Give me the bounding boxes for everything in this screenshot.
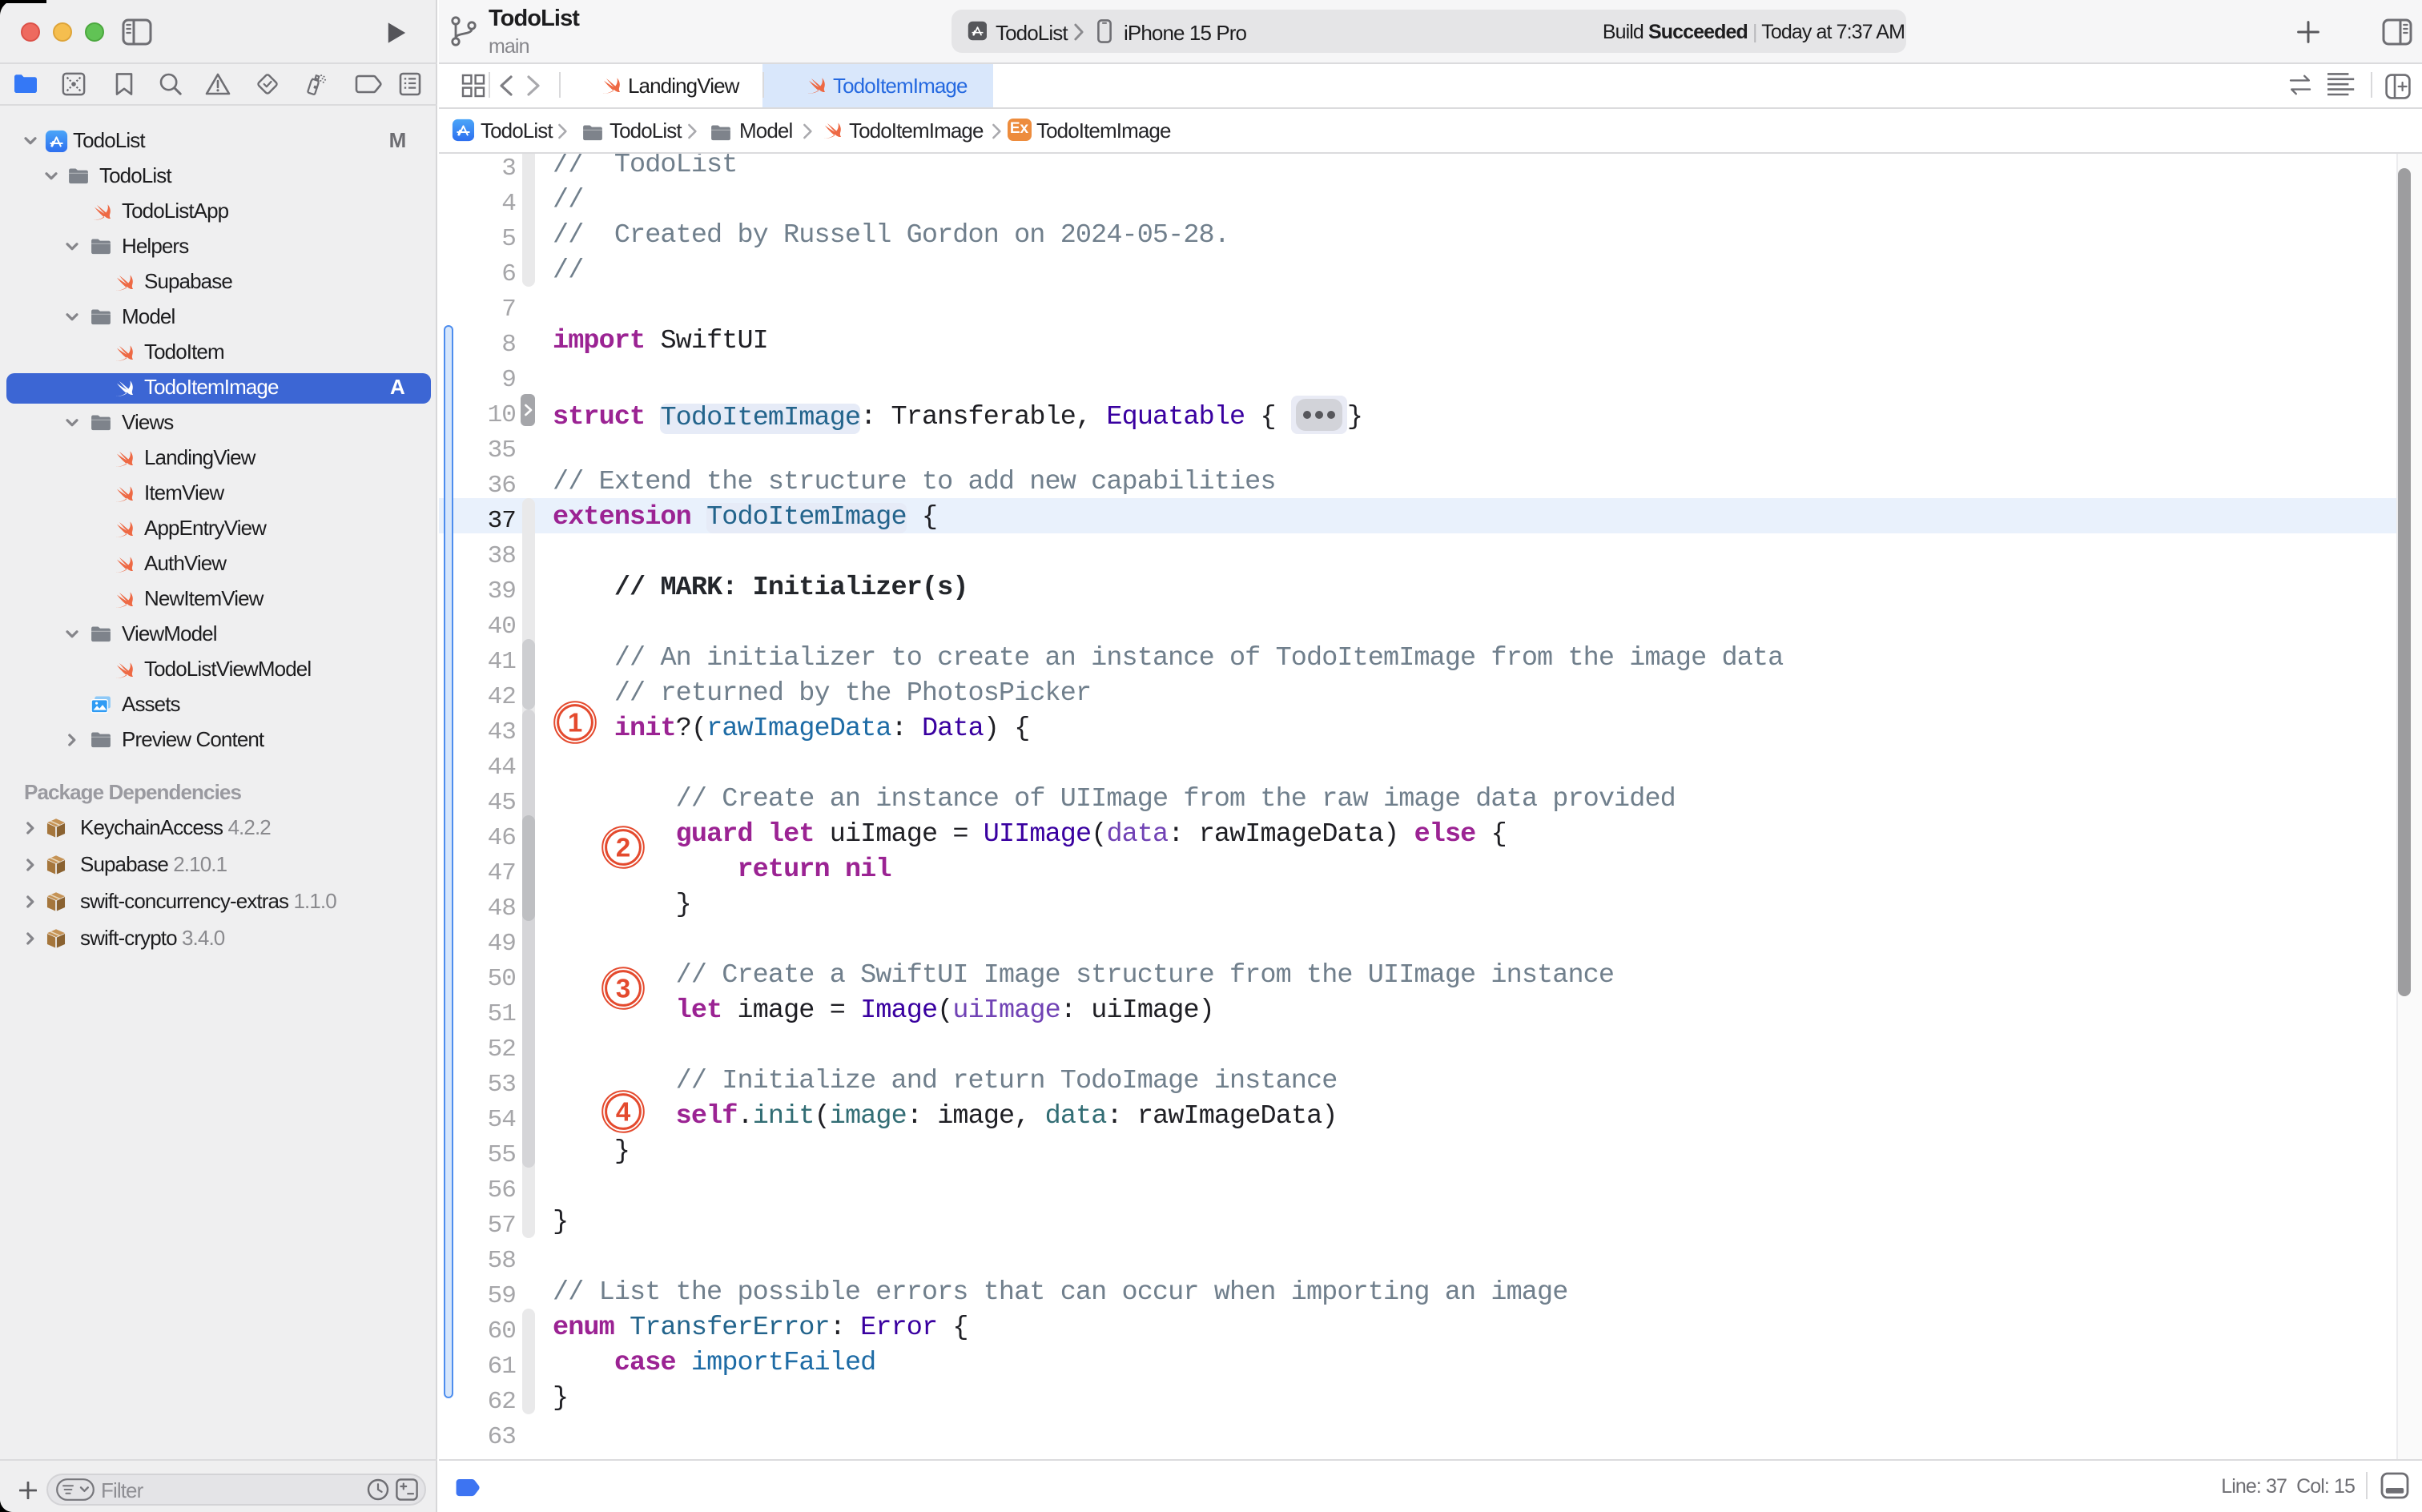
svg-text:1: 1 <box>567 708 581 738</box>
svg-text:2: 2 <box>616 832 630 862</box>
svg-text:3: 3 <box>616 974 630 1003</box>
svg-text:4: 4 <box>616 1096 631 1126</box>
